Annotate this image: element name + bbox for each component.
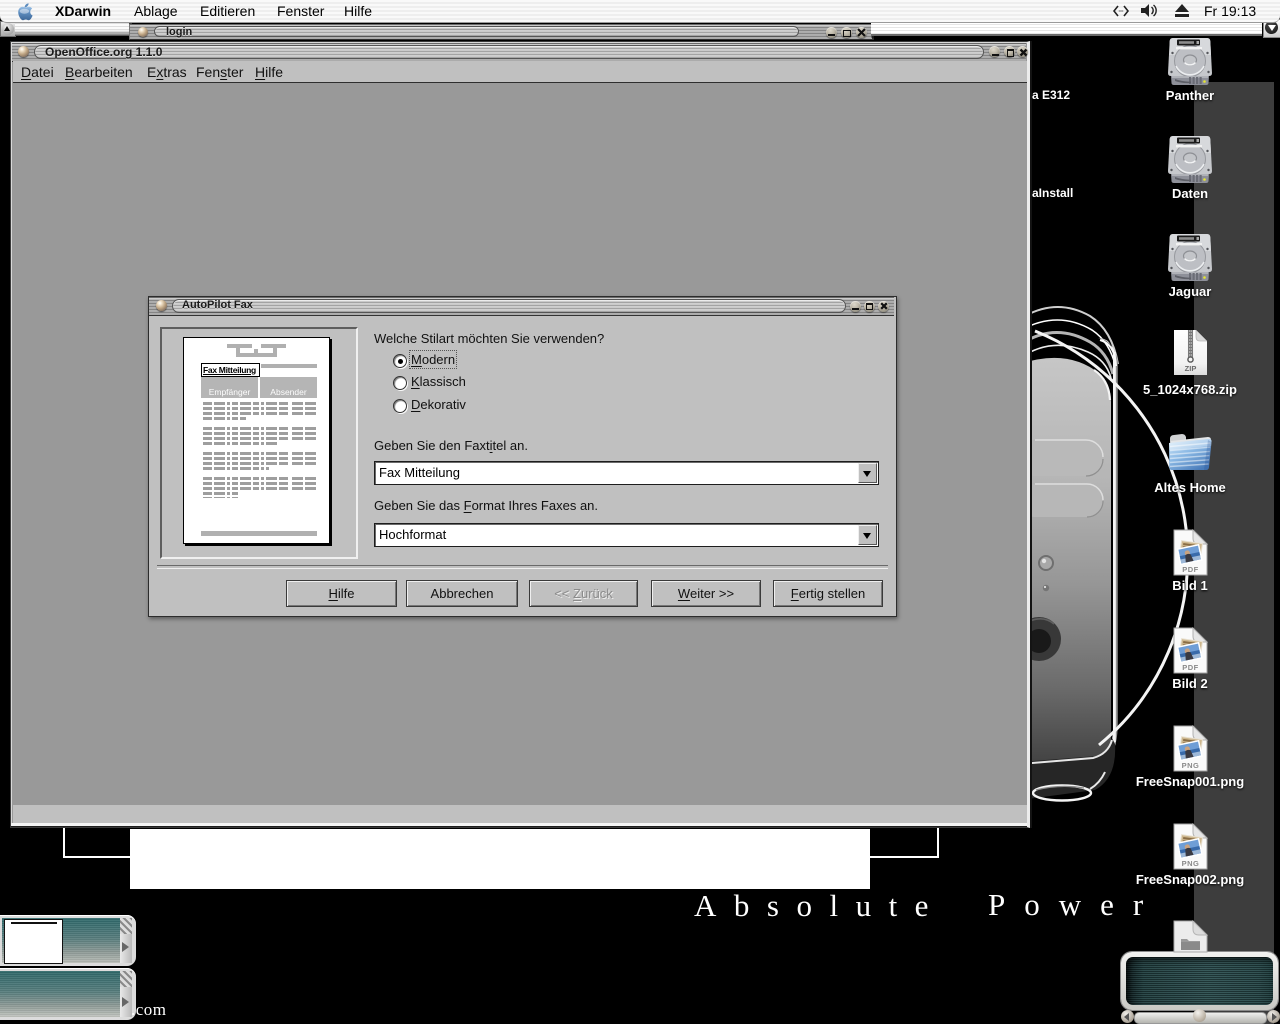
svg-text:ZIP: ZIP — [1185, 364, 1197, 373]
svg-text:PNG: PNG — [1182, 761, 1200, 770]
svg-text:PDF: PDF — [1182, 565, 1199, 574]
svg-text:PNG: PNG — [1182, 859, 1200, 868]
svg-text:PDF: PDF — [1182, 663, 1199, 672]
